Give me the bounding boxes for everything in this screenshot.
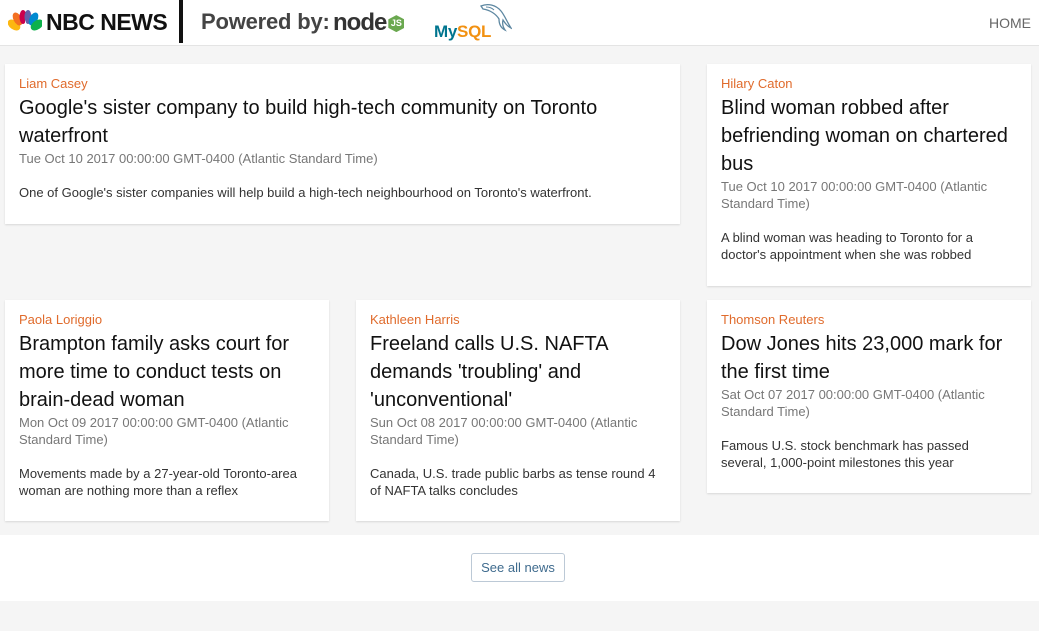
news-card[interactable]: Hilary Caton Blind woman robbed after be…	[707, 64, 1031, 286]
article-date: Sat Oct 07 2017 00:00:00 GMT-0400 (Atlan…	[721, 387, 985, 419]
see-all-news-button[interactable]: See all news	[471, 553, 565, 582]
mysql-my-text: My	[434, 22, 458, 41]
news-card[interactable]: Liam Casey Google's sister company to bu…	[5, 64, 680, 224]
article-date: Tue Oct 10 2017 00:00:00 GMT-0400 (Atlan…	[19, 151, 378, 166]
article-author[interactable]: Kathleen Harris	[370, 312, 666, 328]
node-logo-text: node	[333, 9, 387, 36]
logo-text: NBC NEWS	[46, 9, 168, 35]
article-author[interactable]: Liam Casey	[19, 76, 666, 92]
article-summary: A blind woman was heading to Toronto for…	[721, 230, 973, 262]
node-js-badge: JS	[388, 15, 405, 33]
mysql-sql-text: SQL	[457, 22, 492, 41]
article-title[interactable]: Brampton family asks court for more time…	[19, 330, 315, 414]
mysql-logo: MySQL	[434, 2, 514, 42]
nodejs-logo: node JS	[333, 9, 405, 36]
article-summary: One of Google's sister companies will he…	[19, 185, 592, 200]
article-date: Sun Oct 08 2017 00:00:00 GMT-0400 (Atlan…	[370, 415, 638, 447]
article-title[interactable]: Google's sister company to build high-te…	[19, 94, 666, 150]
article-author[interactable]: Thomson Reuters	[721, 312, 1017, 328]
top-header: NBC NEWS Powered by: node JS MySQL HOME	[0, 0, 1039, 46]
article-author[interactable]: Hilary Caton	[721, 76, 1017, 92]
mysql-wordmark: MySQL	[434, 22, 491, 42]
news-card[interactable]: Kathleen Harris Freeland calls U.S. NAFT…	[356, 300, 680, 521]
article-summary: Famous U.S. stock benchmark has passed s…	[721, 438, 969, 470]
nbc-news-logo[interactable]: NBC NEWS	[8, 9, 168, 35]
article-title[interactable]: Freeland calls U.S. NAFTA demands 'troub…	[370, 330, 666, 414]
news-card[interactable]: Thomson Reuters Dow Jones hits 23,000 ma…	[707, 300, 1031, 493]
article-title[interactable]: Dow Jones hits 23,000 mark for the first…	[721, 330, 1017, 386]
home-nav-link[interactable]: HOME	[989, 14, 1031, 32]
article-summary: Movements made by a 27-year-old Toronto-…	[19, 466, 297, 498]
article-date: Mon Oct 09 2017 00:00:00 GMT-0400 (Atlan…	[19, 415, 289, 447]
article-title[interactable]: Blind woman robbed after befriending wom…	[721, 94, 1017, 178]
news-card[interactable]: Paola Loriggio Brampton family asks cour…	[5, 300, 329, 521]
powered-by-label: Powered by:	[201, 9, 330, 34]
peacock-icon	[8, 10, 42, 32]
article-date: Tue Oct 10 2017 00:00:00 GMT-0400 (Atlan…	[721, 179, 988, 211]
article-author[interactable]: Paola Loriggio	[19, 312, 315, 328]
header-divider	[179, 0, 183, 43]
article-summary: Canada, U.S. trade public barbs as tense…	[370, 466, 656, 498]
